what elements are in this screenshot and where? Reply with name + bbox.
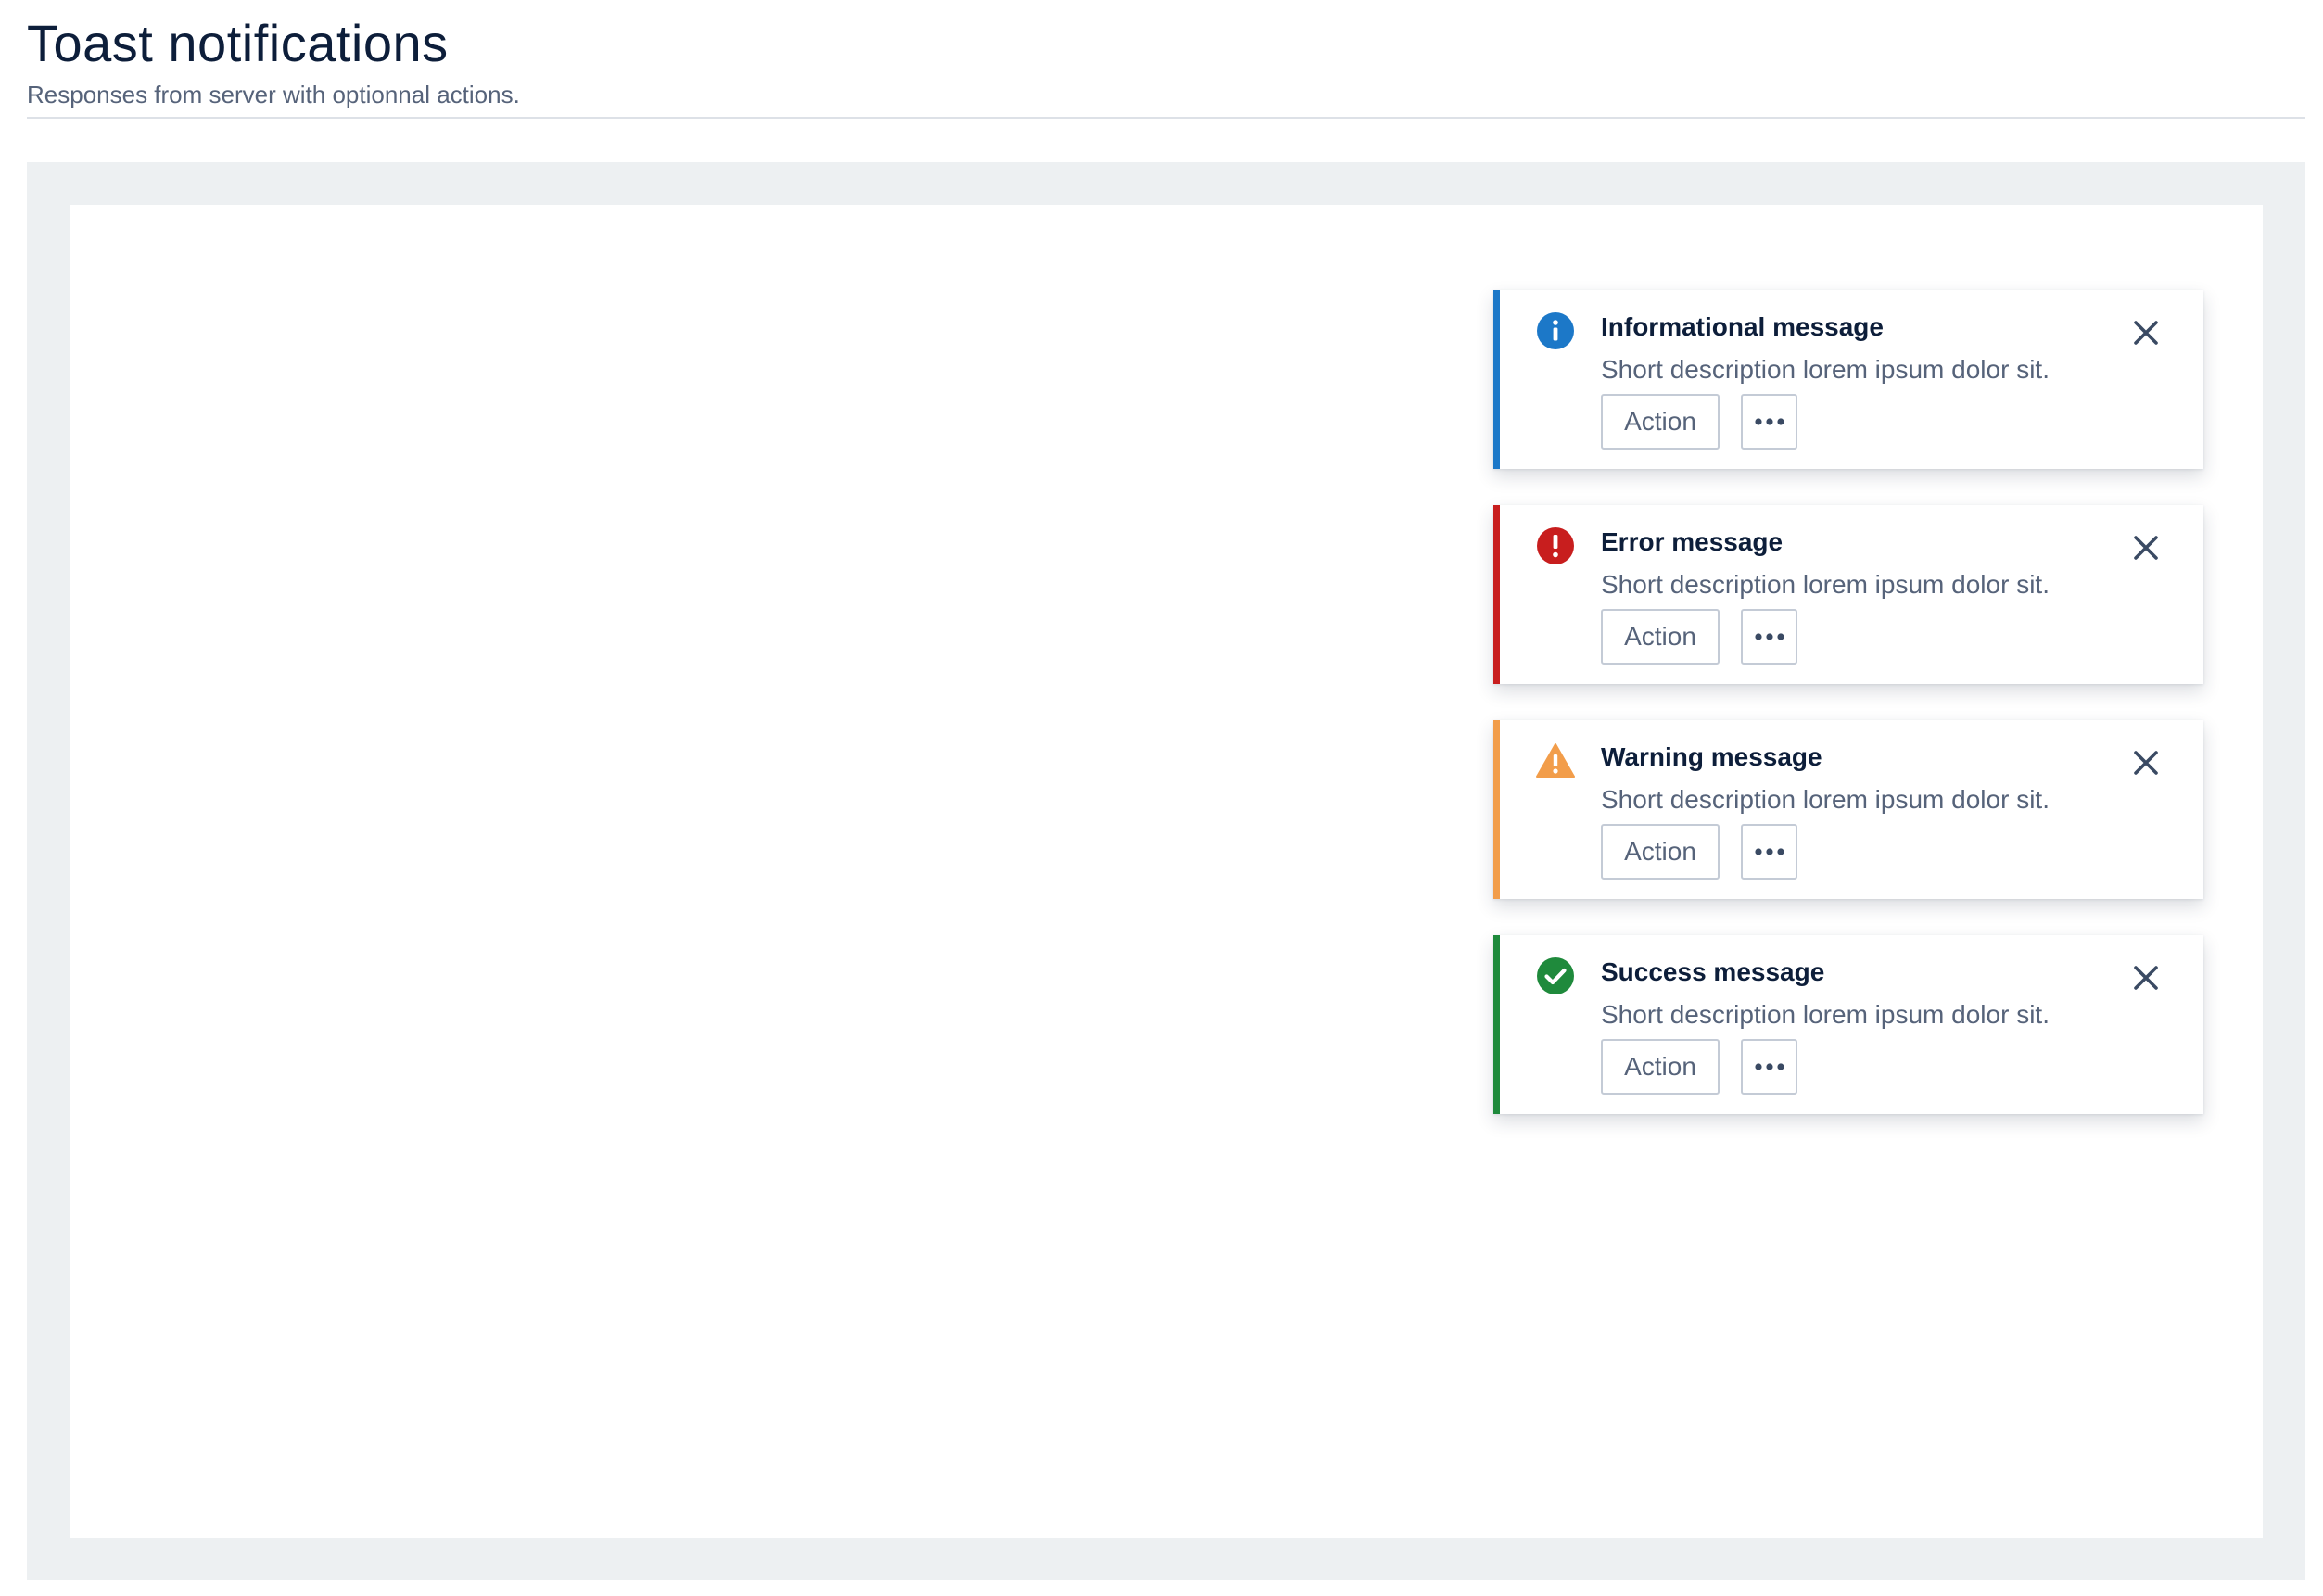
toast-accent-bar xyxy=(1493,505,1500,684)
toast-accent-bar xyxy=(1493,290,1500,469)
toast-accent-bar xyxy=(1493,935,1500,1114)
more-options-button[interactable] xyxy=(1741,394,1797,450)
page-subtitle: Responses from server with optionnal act… xyxy=(27,81,520,108)
more-options-button[interactable] xyxy=(1741,824,1797,880)
warning-icon xyxy=(1536,743,1575,778)
toast-description: Short description lorem ipsum dolor sit. xyxy=(1601,570,2050,599)
info-icon xyxy=(1537,312,1574,349)
demo-stage: Informational message Short description … xyxy=(27,162,2305,1580)
toast-title: Informational message xyxy=(1601,312,1884,341)
toast-actions: Action xyxy=(1601,1039,1797,1095)
toast-title: Success message xyxy=(1601,957,1825,986)
ellipsis-icon xyxy=(1754,633,1784,640)
toast-actions: Action xyxy=(1601,609,1797,665)
demo-canvas: Informational message Short description … xyxy=(70,205,2263,1538)
close-icon xyxy=(2134,966,2158,990)
close-icon xyxy=(2134,536,2158,560)
toast-error: Error message Short description lorem ip… xyxy=(1493,505,2203,684)
toast-accent-bar xyxy=(1493,720,1500,899)
action-button[interactable]: Action xyxy=(1601,609,1720,665)
error-icon xyxy=(1537,527,1574,564)
action-button[interactable]: Action xyxy=(1601,824,1720,880)
toast-success: Success message Short description lorem … xyxy=(1493,935,2203,1114)
ellipsis-icon xyxy=(1754,1063,1784,1070)
toast-description: Short description lorem ipsum dolor sit. xyxy=(1601,1000,2050,1029)
check-circle-icon xyxy=(1537,957,1574,994)
toast-description: Short description lorem ipsum dolor sit. xyxy=(1601,355,2050,384)
action-button[interactable]: Action xyxy=(1601,394,1720,450)
toast-title: Warning message xyxy=(1601,742,1822,771)
close-button[interactable] xyxy=(2129,746,2163,779)
close-icon xyxy=(2134,321,2158,345)
toast-stack: Informational message Short description … xyxy=(1493,290,2203,1150)
page-header: Toast notifications Responses from serve… xyxy=(27,0,2305,119)
page-title: Toast notifications xyxy=(27,14,449,72)
toast-description: Short description lorem ipsum dolor sit. xyxy=(1601,785,2050,814)
more-options-button[interactable] xyxy=(1741,609,1797,665)
ellipsis-icon xyxy=(1754,848,1784,855)
more-options-button[interactable] xyxy=(1741,1039,1797,1095)
close-icon xyxy=(2134,751,2158,775)
toast-info: Informational message Short description … xyxy=(1493,290,2203,469)
toast-warning: Warning message Short description lorem … xyxy=(1493,720,2203,899)
action-button[interactable]: Action xyxy=(1601,1039,1720,1095)
toast-actions: Action xyxy=(1601,394,1797,450)
toast-title: Error message xyxy=(1601,527,1784,556)
toast-actions: Action xyxy=(1601,824,1797,880)
close-button[interactable] xyxy=(2129,531,2163,564)
close-button[interactable] xyxy=(2129,961,2163,994)
close-button[interactable] xyxy=(2129,316,2163,349)
ellipsis-icon xyxy=(1754,418,1784,425)
